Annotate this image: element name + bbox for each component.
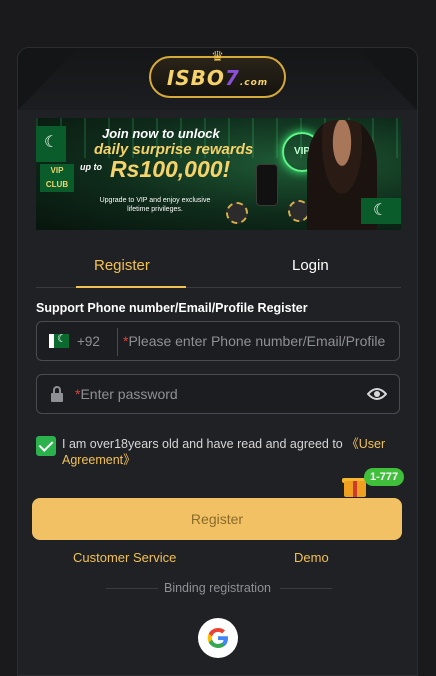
vip-club-badge: VIP CLUB — [40, 164, 74, 192]
banner-amount: Rs100,000! — [110, 156, 231, 182]
register-modal: ♛ ISBO7.com VIP CLUB Join now to unlock … — [17, 47, 418, 676]
password-field[interactable]: *Enter password — [36, 374, 400, 414]
google-login-button[interactable] — [198, 618, 238, 658]
binding-registration-label: Binding registration — [163, 581, 271, 595]
google-icon — [207, 628, 228, 648]
logo-text-seven: 7 — [224, 66, 240, 90]
phone-field[interactable]: +92 *Please enter Phone number/Email/Pro… — [36, 321, 400, 361]
tab-login[interactable]: Login — [292, 257, 329, 274]
phone-input[interactable]: *Please enter Phone number/Email/Profile — [123, 333, 393, 349]
banner-upto: up to — [80, 162, 102, 172]
active-tab-indicator — [76, 286, 186, 288]
pakistan-flag-icon — [361, 198, 401, 224]
register-method-label: Support Phone number/Email/Profile Regis… — [36, 301, 308, 315]
crown-icon: ♛ — [211, 48, 224, 64]
auth-tabs: Register Login — [36, 248, 401, 288]
demo-link[interactable]: Demo — [294, 550, 329, 565]
phone-icon — [256, 164, 278, 206]
promo-badge: 1-777 — [364, 468, 405, 486]
dial-code[interactable]: +92 — [77, 334, 100, 349]
divider-line — [280, 588, 332, 589]
tab-register[interactable]: Register — [94, 257, 150, 274]
password-input[interactable]: *Enter password — [75, 386, 355, 402]
promo-banner[interactable]: VIP CLUB Join now to unlock daily surpri… — [36, 118, 401, 230]
casino-chip-icon — [226, 202, 248, 224]
logo-text-com: .com — [239, 78, 269, 88]
customer-service-link[interactable]: Customer Service — [73, 550, 176, 565]
banner-line1: Join now to unlock — [102, 126, 220, 141]
logo-text-main: ISBO — [166, 66, 225, 90]
site-logo: ♛ ISBO7.com — [18, 48, 417, 100]
agreement-text: I am over18years old and have read and a… — [62, 437, 386, 467]
lock-icon — [51, 386, 63, 402]
eye-icon[interactable] — [366, 386, 388, 402]
pakistan-flag-icon — [36, 126, 66, 162]
register-button[interactable]: Register — [32, 498, 402, 540]
agreement-checkbox[interactable] — [36, 436, 56, 456]
banner-small-text: Upgrade to VIP and enjoy exclusive lifet… — [99, 197, 211, 213]
pakistan-flag-icon[interactable] — [49, 332, 69, 348]
